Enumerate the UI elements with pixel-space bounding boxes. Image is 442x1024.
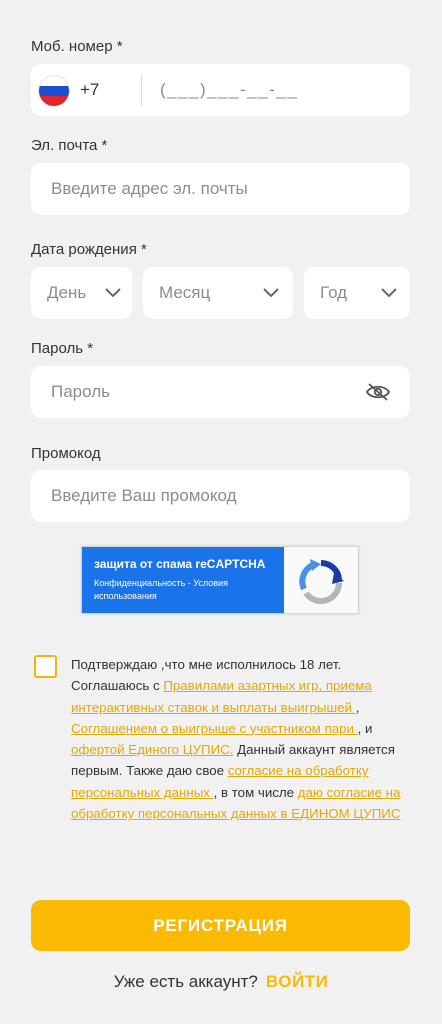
consent-text-part: , в том числе (213, 784, 298, 800)
year-value: Год (320, 283, 348, 302)
login-prompt: Уже есть аккаунт? (113, 972, 258, 991)
chevron-down-icon (263, 288, 279, 298)
phone-input[interactable]: (___)___-__-__ (160, 80, 298, 100)
consent-text-part: , (355, 699, 360, 715)
day-select[interactable]: День (31, 267, 132, 319)
promo-field[interactable]: Введите Ваш промокод (31, 470, 410, 522)
divider (141, 74, 142, 106)
day-value: День (47, 283, 87, 302)
consent-text: Подтверждаю ,что мне исполнилось 18 лет.… (71, 654, 411, 824)
recaptcha-logo-icon (299, 559, 344, 605)
chevron-down-icon (381, 288, 397, 298)
phone-field[interactable]: +7 (___)___-__-__ (31, 64, 410, 116)
bettor-agreement-link[interactable]: Соглашением о выигрыше с участником пари (71, 721, 358, 736)
year-select[interactable]: Год (304, 267, 410, 319)
email-field[interactable]: Введите адрес эл. почты (31, 163, 410, 215)
email-placeholder[interactable]: Введите адрес эл. почты (51, 179, 248, 199)
birthdate-label: Дата рождения * (31, 241, 147, 258)
promo-label: Промокод (31, 445, 101, 462)
recaptcha-links[interactable]: Конфиденциальность - Условия использован… (94, 577, 276, 603)
chevron-down-icon (105, 288, 121, 298)
month-select[interactable]: Месяц (143, 267, 293, 319)
eye-off-icon[interactable] (366, 382, 390, 402)
recaptcha-text-panel: защита от спама reCAPTCHA Конфиденциальн… (82, 547, 284, 613)
consent-checkbox[interactable] (34, 655, 57, 678)
recaptcha-title: защита от спама reCAPTCHA (94, 557, 266, 571)
password-placeholder[interactable]: Пароль (51, 382, 110, 402)
month-value: Месяц (159, 283, 211, 302)
phone-label: Моб. номер * (31, 38, 123, 55)
cupis-offer-link[interactable]: офертой Единого ЦУПИС. (71, 742, 233, 757)
login-link[interactable]: ВОЙТИ (266, 972, 328, 991)
russia-flag-icon[interactable] (39, 76, 69, 106)
email-label: Эл. почта * (31, 137, 108, 154)
recaptcha-badge[interactable]: защита от спама reCAPTCHA Конфиденциальн… (81, 546, 359, 614)
password-field[interactable]: Пароль (31, 366, 410, 418)
register-button[interactable]: РЕГИСТРАЦИЯ (31, 900, 410, 951)
password-label: Пароль * (31, 340, 94, 357)
promo-placeholder[interactable]: Введите Ваш промокод (51, 486, 237, 506)
login-row: Уже есть аккаунт? ВОЙТИ (0, 972, 442, 992)
country-code[interactable]: +7 (80, 80, 99, 100)
consent-text-part: , и (357, 720, 373, 736)
